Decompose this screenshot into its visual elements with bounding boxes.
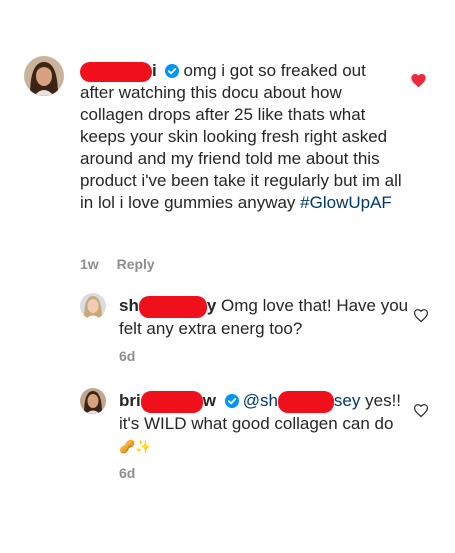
hashtag-link[interactable]: #GlowUpAF	[300, 193, 392, 212]
avatar[interactable]	[24, 56, 64, 96]
comment-text: i omg i got so freaked out after watchin…	[80, 60, 402, 214]
verified-badge-icon	[224, 394, 239, 408]
heart-outline-icon[interactable]	[413, 403, 429, 418]
username-end[interactable]: y	[207, 296, 216, 315]
heart-filled-icon[interactable]	[410, 73, 427, 88]
redacted-username	[80, 61, 152, 82]
mention-end: sey	[333, 391, 361, 410]
username[interactable]: i	[152, 61, 157, 80]
redacted-username	[138, 295, 207, 318]
heart-outline-icon[interactable]	[413, 308, 429, 323]
redacted-username	[140, 390, 203, 413]
reply-age: 6d	[119, 348, 136, 364]
mention-link[interactable]: @sh sey	[242, 390, 361, 413]
redacted-mention	[277, 390, 334, 413]
verified-badge-icon	[165, 64, 180, 78]
comment-body: omg i got so freaked out after watching …	[80, 61, 402, 212]
emoji: 🥜✨	[119, 438, 152, 454]
avatar[interactable]	[80, 388, 106, 414]
comment-meta: 1w Reply	[80, 256, 169, 272]
username[interactable]: bri	[119, 391, 141, 410]
username[interactable]: sh	[119, 296, 139, 315]
reply-age: 6d	[119, 465, 136, 481]
reply-text: sh y Omg love that! Have you felt any ext…	[119, 295, 409, 340]
mention-start: @sh	[242, 391, 278, 410]
reply-button[interactable]: Reply	[117, 256, 155, 272]
reply-text: bri w @sh sey yes!! it's WILD what good co…	[119, 390, 409, 458]
reply-meta: 6d	[119, 348, 149, 364]
reply-meta: 6d	[119, 465, 149, 481]
avatar[interactable]	[80, 293, 106, 319]
comment-age: 1w	[80, 256, 99, 272]
username-end[interactable]: w	[203, 391, 216, 410]
